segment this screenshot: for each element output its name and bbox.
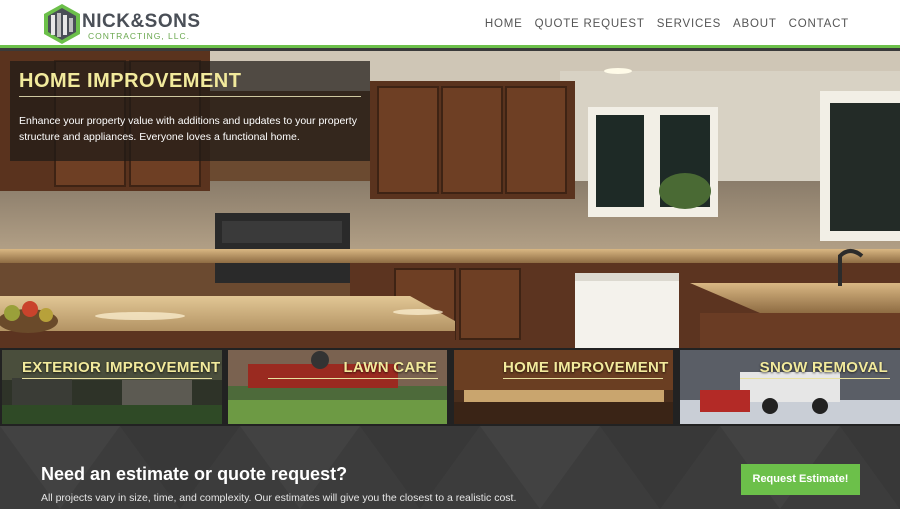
tile-exterior-improvement[interactable]: EXTERIOR IMPROVEMENT [2,350,222,424]
tile-divider [22,378,212,379]
tile-divider [740,378,890,379]
site-header: NICK&SONS CONTRACTING, LLC. HOME QUOTE R… [0,0,900,48]
request-estimate-button[interactable]: Request Estimate! [741,464,860,495]
nav-home[interactable]: HOME [485,18,523,31]
nav-services[interactable]: SERVICES [657,18,721,31]
tile-lawn-care[interactable]: LAWN CARE [228,350,447,424]
main-nav: HOME QUOTE REQUEST SERVICES ABOUT CONTAC… [485,18,849,31]
tile-divider [268,378,438,379]
tile-label: EXTERIOR IMPROVEMENT [22,359,221,376]
tile-label: SNOW REMOVAL [759,359,888,376]
hero-caption: HOME IMPROVEMENT Enhance your property v… [10,61,370,161]
tile-snow-removal[interactable]: SNOW REMOVAL [680,350,900,424]
tile-divider [503,378,663,379]
logo-mark-icon [44,4,80,44]
logo-sub-text: CONTRACTING, LLC. [88,31,191,41]
hero-divider [19,96,361,97]
hero-title: HOME IMPROVEMENT [19,70,242,92]
hero-banner: HOME IMPROVEMENT Enhance your property v… [0,51,900,348]
hero-description: Enhance your property value with additio… [19,115,357,143]
nav-contact[interactable]: CONTACT [789,18,849,31]
site-logo[interactable]: NICK&SONS CONTRACTING, LLC. [42,3,200,45]
nav-quote-request[interactable]: QUOTE REQUEST [535,18,645,31]
tile-label: HOME IMPROVEMENT [503,359,669,376]
cta-title: Need an estimate or quote request? [41,464,348,484]
cta-description: All projects vary in size, time, and com… [41,492,517,504]
nav-about[interactable]: ABOUT [733,18,777,31]
tile-home-improvement[interactable]: HOME IMPROVEMENT [454,350,673,424]
estimate-cta: Need an estimate or quote request? All p… [0,426,900,509]
tile-label: LAWN CARE [343,359,437,376]
logo-brand-text: NICK&SONS [82,11,201,32]
service-tiles: EXTERIOR IMPROVEMENT LAWN CARE HOME IMPR… [0,348,900,426]
